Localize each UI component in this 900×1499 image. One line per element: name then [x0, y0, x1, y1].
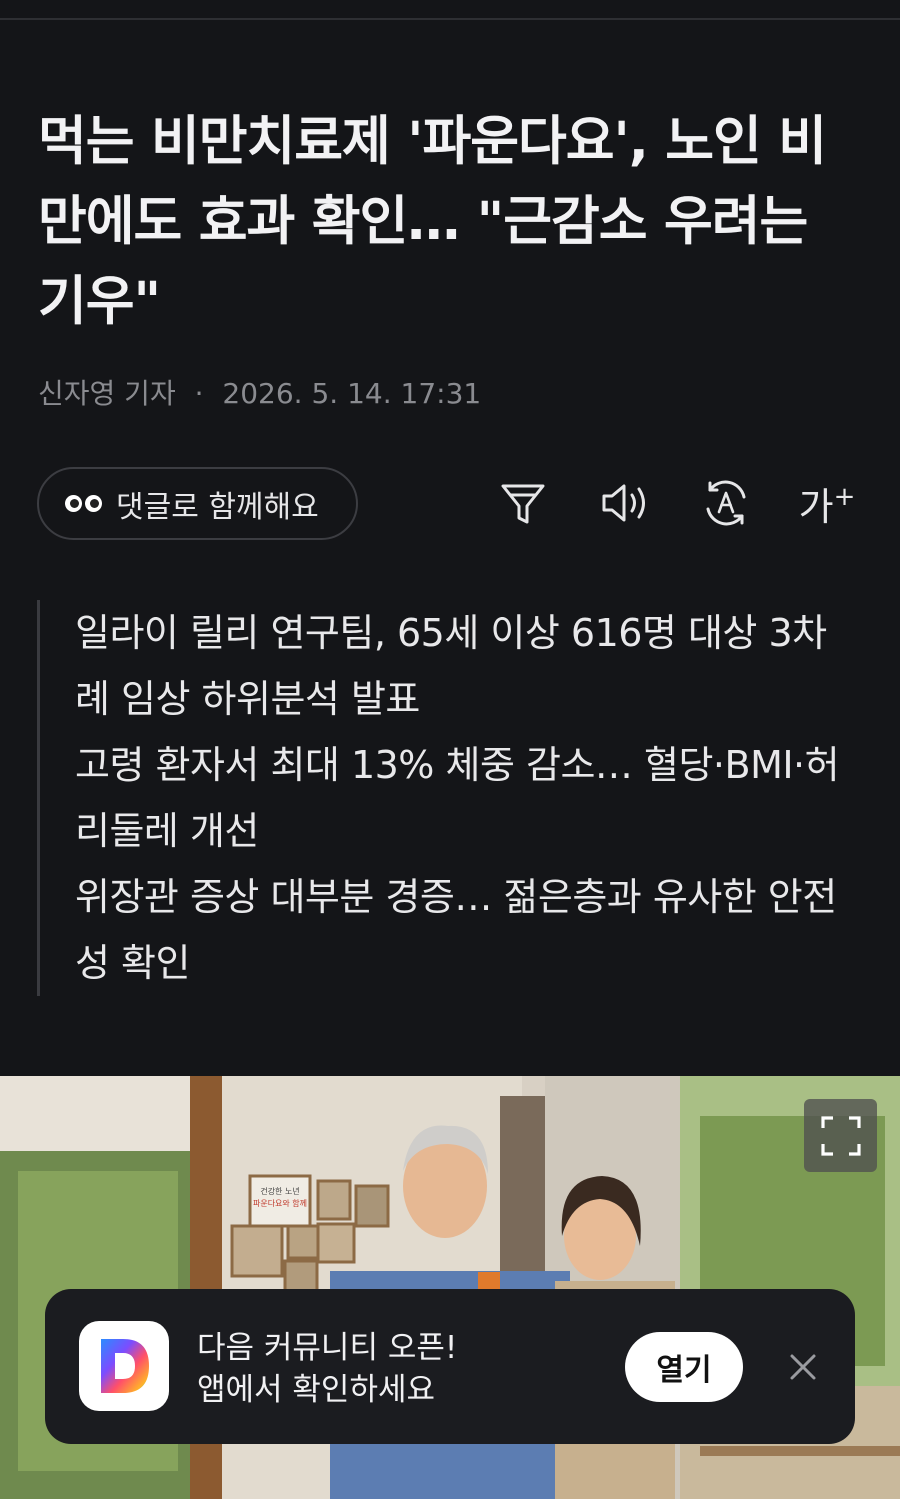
daum-logo-icon [101, 1339, 149, 1393]
translate-icon [706, 480, 746, 526]
summary-item: 고령 환자서 최대 13% 체중 감소… 혈당·BMI·허리둘레 개선 [75, 743, 840, 853]
summary-item: 위장관 증상 대부분 경증… 젊은층과 유사한 안전성 확인 [75, 875, 837, 985]
close-icon [790, 1354, 816, 1380]
translate-button[interactable] [698, 474, 754, 532]
summary-filter-button[interactable] [495, 474, 551, 532]
speaker-icon [602, 484, 645, 522]
font-size-plus: + [833, 482, 856, 512]
comment-button[interactable]: 댓글로 함께해요 [37, 467, 358, 540]
summary-item: 일라이 릴리 연구팀, 65세 이상 616명 대상 3차례 임상 하위분석 발… [75, 611, 827, 721]
publish-datetime: 2026. 5. 14. 17:31 [222, 377, 482, 410]
top-divider [0, 18, 900, 20]
article-summary: 일라이 릴리 연구팀, 65세 이상 616명 대상 3차례 임상 하위분석 발… [37, 600, 857, 996]
article-headline: 먹는 비만치료제 '파운다요', 노인 비만에도 효과 확인… "근감소 우려는… [38, 111, 827, 332]
font-size-icon: 가 [798, 484, 834, 529]
close-banner-button[interactable] [785, 1349, 821, 1385]
reporter-name[interactable]: 신자영 기자 [38, 377, 176, 410]
font-size-button[interactable]: 가 + [796, 474, 858, 532]
byline: 신자영 기자 · 2026. 5. 14. 17:31 [38, 372, 481, 412]
open-app-button[interactable]: 열기 [625, 1332, 743, 1402]
funnel-icon [501, 484, 545, 524]
app-install-banner: 다음 커뮤니티 오픈! 앱에서 확인하세요 열기 [45, 1289, 855, 1444]
banner-line-2: 앱에서 확인하세요 [197, 1372, 436, 1408]
read-aloud-button[interactable] [597, 474, 653, 532]
comment-button-label: 댓글로 함께해요 [116, 489, 319, 525]
poster-text: 건강한 노년 [260, 1186, 299, 1196]
banner-line-1: 다음 커뮤니티 오픈! [197, 1330, 458, 1366]
byline-separator: · [194, 377, 204, 410]
eyes-icon [65, 495, 102, 512]
banner-message: 다음 커뮤니티 오픈! 앱에서 확인하세요 [197, 1327, 457, 1411]
daum-app-icon[interactable] [79, 1321, 169, 1411]
expand-photo-button[interactable] [804, 1099, 877, 1172]
poster-text: 파운다요와 함께 [253, 1198, 307, 1208]
expand-icon [820, 1115, 861, 1156]
